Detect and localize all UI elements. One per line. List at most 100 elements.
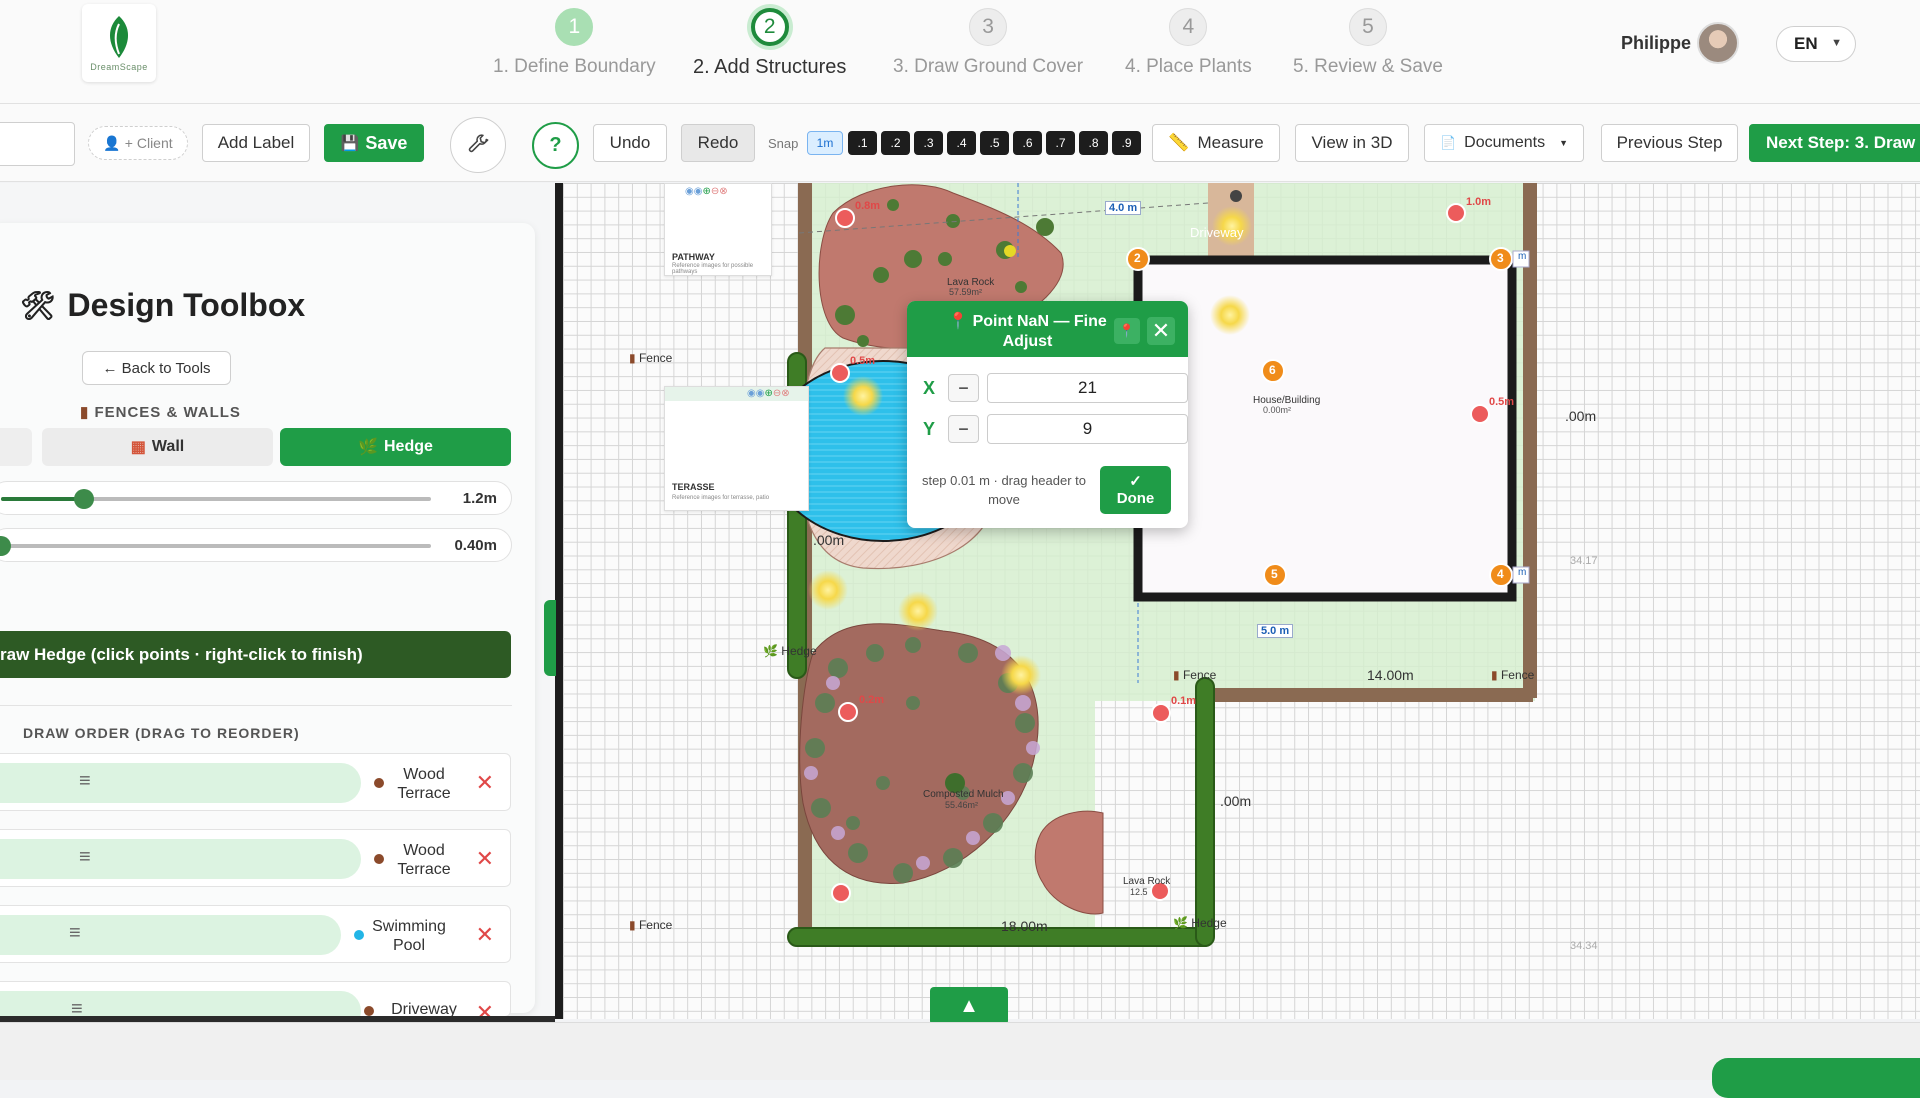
card-subtitle: Reference images for possible pathways	[672, 263, 754, 275]
step-number: 1	[555, 8, 594, 46]
settings-button[interactable]	[450, 117, 506, 173]
back-to-tools-button[interactable]: ← Back to Tools	[82, 351, 231, 385]
y-axis-label: Y	[923, 419, 936, 439]
client-button[interactable]: 👤 + Client	[88, 126, 188, 160]
wall-option-button[interactable]: ▦ Wall	[42, 428, 273, 466]
snap-option[interactable]: .8	[1079, 131, 1108, 155]
drag-handle-icon[interactable]: ≡	[79, 846, 91, 869]
slider-knob[interactable]	[0, 536, 11, 556]
snap-option[interactable]: .2	[881, 131, 910, 155]
language-select[interactable]: EN ▼	[1776, 26, 1856, 62]
fence-icon: ▮	[1173, 668, 1180, 682]
height-slider[interactable]: 1.2m	[0, 481, 512, 515]
close-button[interactable]: ✕	[1147, 317, 1175, 345]
drag-handle-bar[interactable]	[0, 839, 361, 879]
project-name-input[interactable]	[0, 122, 75, 166]
step-add-structures[interactable]: 2 2. Add Structures	[693, 8, 846, 79]
done-label: Done	[1116, 490, 1155, 507]
save-button[interactable]: 💾 Save	[324, 124, 424, 162]
slider-knob[interactable]	[74, 489, 94, 509]
snap-option[interactable]: .7	[1046, 131, 1075, 155]
caret-down-icon: ▼	[1559, 138, 1569, 148]
hedge-option-button[interactable]: 🌿 Hedge	[280, 428, 511, 466]
draw-order-item[interactable]: ≡ Wood Terrace ✕	[0, 753, 511, 811]
snap-option[interactable]: .3	[914, 131, 943, 155]
redo-button[interactable]: Redo	[681, 124, 755, 162]
x-decrement-button[interactable]: −	[948, 374, 979, 402]
reference-image-card[interactable]: ◉◉⊕⊖⊗ TERASSE Reference images for terra…	[664, 386, 809, 511]
drag-handle-bar[interactable]	[0, 991, 361, 1016]
fence-icon: ▮	[1491, 668, 1498, 682]
step-label: 3. Draw Ground Cover	[893, 56, 1084, 77]
snap-option[interactable]: .5	[980, 131, 1009, 155]
drag-handle-bar[interactable]	[0, 915, 341, 955]
help-button[interactable]: ?	[532, 122, 579, 169]
snap-label: Snap	[768, 136, 799, 151]
snap-option[interactable]: .9	[1112, 131, 1141, 155]
hedge-label-text: Hedge	[781, 644, 817, 658]
point-fine-adjust-popup[interactable]: 📍 Point NaN — Fine Adjust 📍 ✕ X − 21 Y −…	[907, 301, 1188, 528]
reference-image-card[interactable]: ◉◉⊕⊖⊗ PATHWAY Reference images for possi…	[664, 183, 772, 276]
layer-name: Wood Terrace	[397, 842, 451, 878]
popup-header[interactable]: 📍 Point NaN — Fine Adjust	[907, 301, 1188, 357]
x-value-field[interactable]: 21	[987, 373, 1188, 403]
view-3d-button[interactable]: View in 3D	[1295, 124, 1409, 162]
wall-label: Wall	[151, 438, 185, 455]
snap-option[interactable]: .4	[947, 131, 976, 155]
remove-icon[interactable]: ✕	[476, 1000, 494, 1016]
fence[interactable]	[1213, 688, 1533, 702]
remove-icon[interactable]: ✕	[476, 922, 494, 948]
add-label-button[interactable]: Add Label	[202, 124, 310, 162]
panel-collapse-tab[interactable]	[544, 600, 556, 676]
height-value: 1.2m	[462, 490, 497, 507]
draw-hedge-button[interactable]: raw Hedge (click points · right-click to…	[0, 631, 511, 678]
drag-handle-icon[interactable]: ≡	[71, 998, 83, 1016]
draw-order-item[interactable]: ≡ Driveway ✕	[0, 981, 511, 1017]
site-plan[interactable]	[563, 183, 1920, 1019]
remove-icon[interactable]: ✕	[476, 770, 494, 796]
pin-button[interactable]: 📍	[1114, 318, 1140, 344]
house-building[interactable]	[1138, 260, 1512, 597]
y-value-field[interactable]: 9	[987, 414, 1188, 444]
drag-handle-bar[interactable]	[0, 763, 361, 803]
app-logo[interactable]: DreamScape	[82, 4, 156, 82]
step-draw-ground-cover[interactable]: 3 3. Draw Ground Cover	[893, 8, 1083, 78]
previous-step-button[interactable]: Previous Step	[1601, 124, 1738, 162]
undo-button[interactable]: Undo	[593, 124, 667, 162]
snap-option[interactable]: 1m	[807, 131, 843, 155]
panel-splitter[interactable]	[555, 183, 563, 1019]
y-decrement-button[interactable]: −	[948, 415, 979, 443]
bottom-action-button[interactable]	[1712, 1058, 1920, 1098]
leaf-logo-icon	[109, 16, 129, 58]
drag-handle-icon[interactable]: ≡	[79, 770, 91, 793]
step-review-save[interactable]: 5 5. Review & Save	[1293, 8, 1443, 78]
step-define-boundary[interactable]: 1 1. Define Boundary	[493, 8, 656, 78]
documents-dropdown[interactable]: 📄 Documents ▼	[1424, 124, 1584, 162]
snap-option[interactable]: .6	[1013, 131, 1042, 155]
card-controls[interactable]: ◉◉⊕⊖⊗	[685, 186, 728, 197]
lava-rock-small-label: Lava Rock	[1123, 876, 1171, 887]
hedge[interactable]	[1195, 677, 1215, 947]
width-slider[interactable]: 0.40m	[0, 528, 512, 562]
dimension-label: 5.0 m	[1257, 624, 1294, 638]
card-controls[interactable]: ◉◉⊕⊖⊗	[747, 388, 790, 399]
measure-button[interactable]: 📏 Measure	[1152, 124, 1280, 162]
design-canvas[interactable]: 4.0 m 5.0 m 14.00m .00m .00m .00m 18.00m…	[563, 183, 1920, 1019]
draw-order-title: DRAW ORDER (DRAG TO REORDER)	[23, 725, 300, 741]
remove-icon[interactable]: ✕	[476, 846, 494, 872]
snap-option[interactable]: .1	[848, 131, 877, 155]
collapse-panel-button[interactable]: ▲	[930, 987, 1008, 1025]
done-button[interactable]: ✓ Done	[1100, 466, 1171, 514]
user-avatar[interactable]	[1697, 22, 1739, 64]
check-icon: ✓	[1129, 473, 1142, 490]
fence-type-option[interactable]	[0, 428, 32, 466]
drag-handle-icon[interactable]: ≡	[69, 922, 81, 945]
step-place-plants[interactable]: 4 4. Place Plants	[1125, 8, 1252, 78]
draw-order-item[interactable]: ≡ Wood Terrace ✕	[0, 829, 511, 887]
dimension-label: 14.00m	[1367, 667, 1414, 683]
next-step-button[interactable]: Next Step: 3. Draw	[1749, 124, 1920, 162]
point-number: 3	[1497, 251, 1504, 265]
draw-order-item[interactable]: ≡ Swimming Pool ✕	[0, 905, 511, 963]
step-label: 4. Place Plants	[1125, 56, 1252, 77]
irrigation-radius: 0.2m	[859, 694, 885, 706]
